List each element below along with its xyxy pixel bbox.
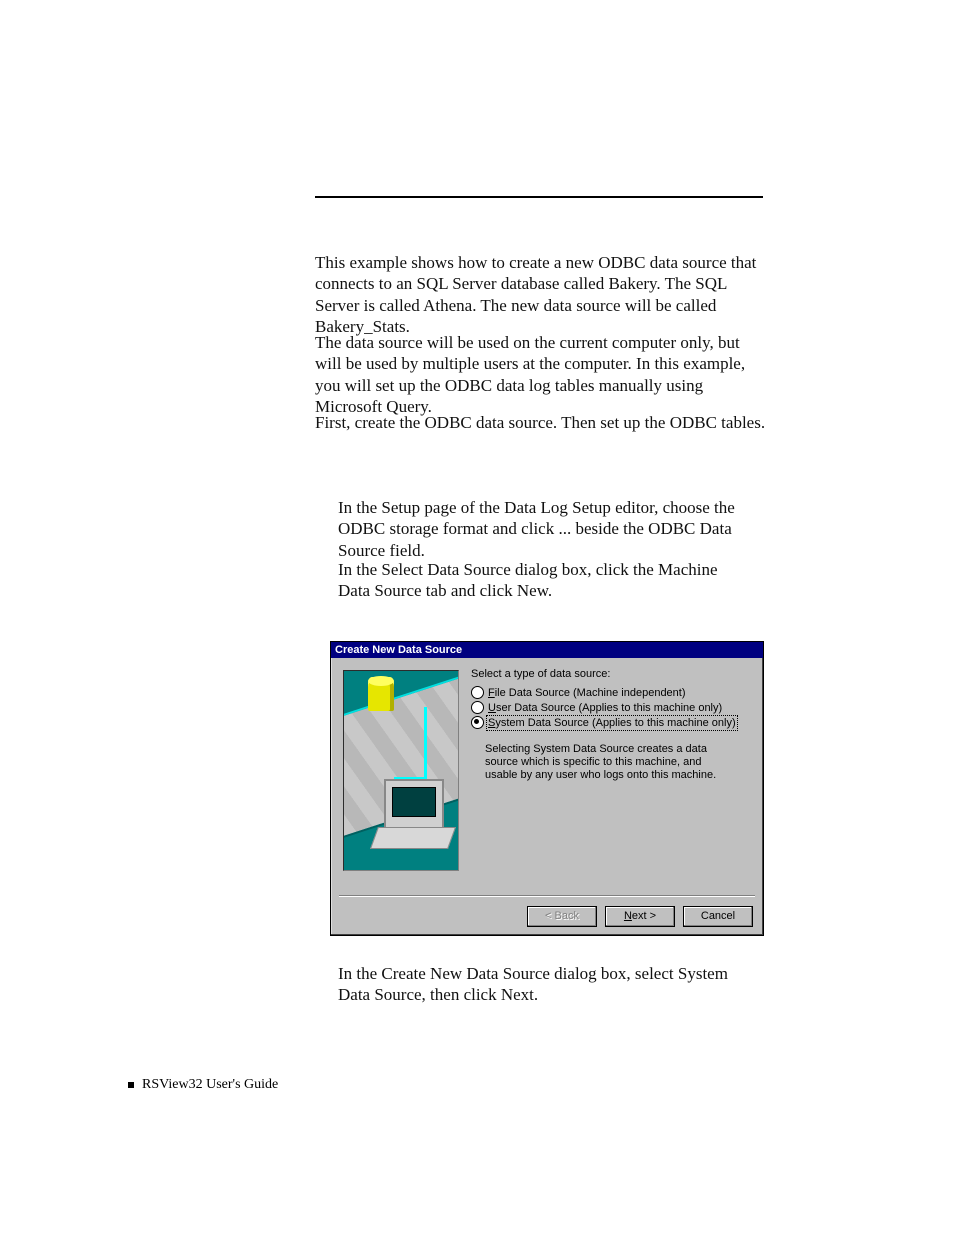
radio-label: File Data Source (Machine independent) [488,687,686,699]
radio-file-data-source[interactable]: File Data Source (Machine independent) [471,686,751,699]
radio-label: System Data Source (Applies to this mach… [488,717,736,729]
create-new-data-source-dialog: Create New Data Source Select a type of … [330,641,764,936]
cancel-button[interactable]: Cancel [683,906,753,927]
paragraph-3: First, create the ODBC data source. Then… [315,412,770,433]
dialog-separator [339,895,755,897]
dialog-titlebar: Create New Data Source [331,642,763,658]
radio-user-data-source[interactable]: User Data Source (Applies to this machin… [471,701,751,714]
radio-icon [471,716,484,729]
computer-icon [384,779,444,829]
step-2-text: In the Select Data Source dialog box, cl… [338,559,748,602]
database-icon [368,681,394,711]
next-button-hotkey: N [624,910,632,922]
dialog-illustration [343,670,459,871]
radio-label: User Data Source (Applies to this machin… [488,702,722,714]
step-3-text: In the Create New Data Source dialog box… [338,963,748,1006]
footer-text: RSView32 User's Guide [142,1077,278,1093]
radio-icon [471,686,484,699]
horizontal-rule [315,196,763,198]
next-button-rest: ext > [632,910,656,922]
bullet-icon [128,1082,134,1088]
step-1-text: In the Setup page of the Data Log Setup … [338,497,748,561]
back-button: < Back [527,906,597,927]
radio-system-data-source[interactable]: System Data Source (Applies to this mach… [471,716,751,729]
paragraph-2: The data source will be used on the curr… [315,332,770,417]
next-button[interactable]: Next > [605,906,675,927]
radio-icon [471,701,484,714]
page-footer: RSView32 User's Guide [128,1077,278,1093]
dialog-prompt: Select a type of data source: [471,668,751,680]
paragraph-1: This example shows how to create a new O… [315,252,770,337]
selection-description: Selecting System Data Source creates a d… [485,743,735,783]
